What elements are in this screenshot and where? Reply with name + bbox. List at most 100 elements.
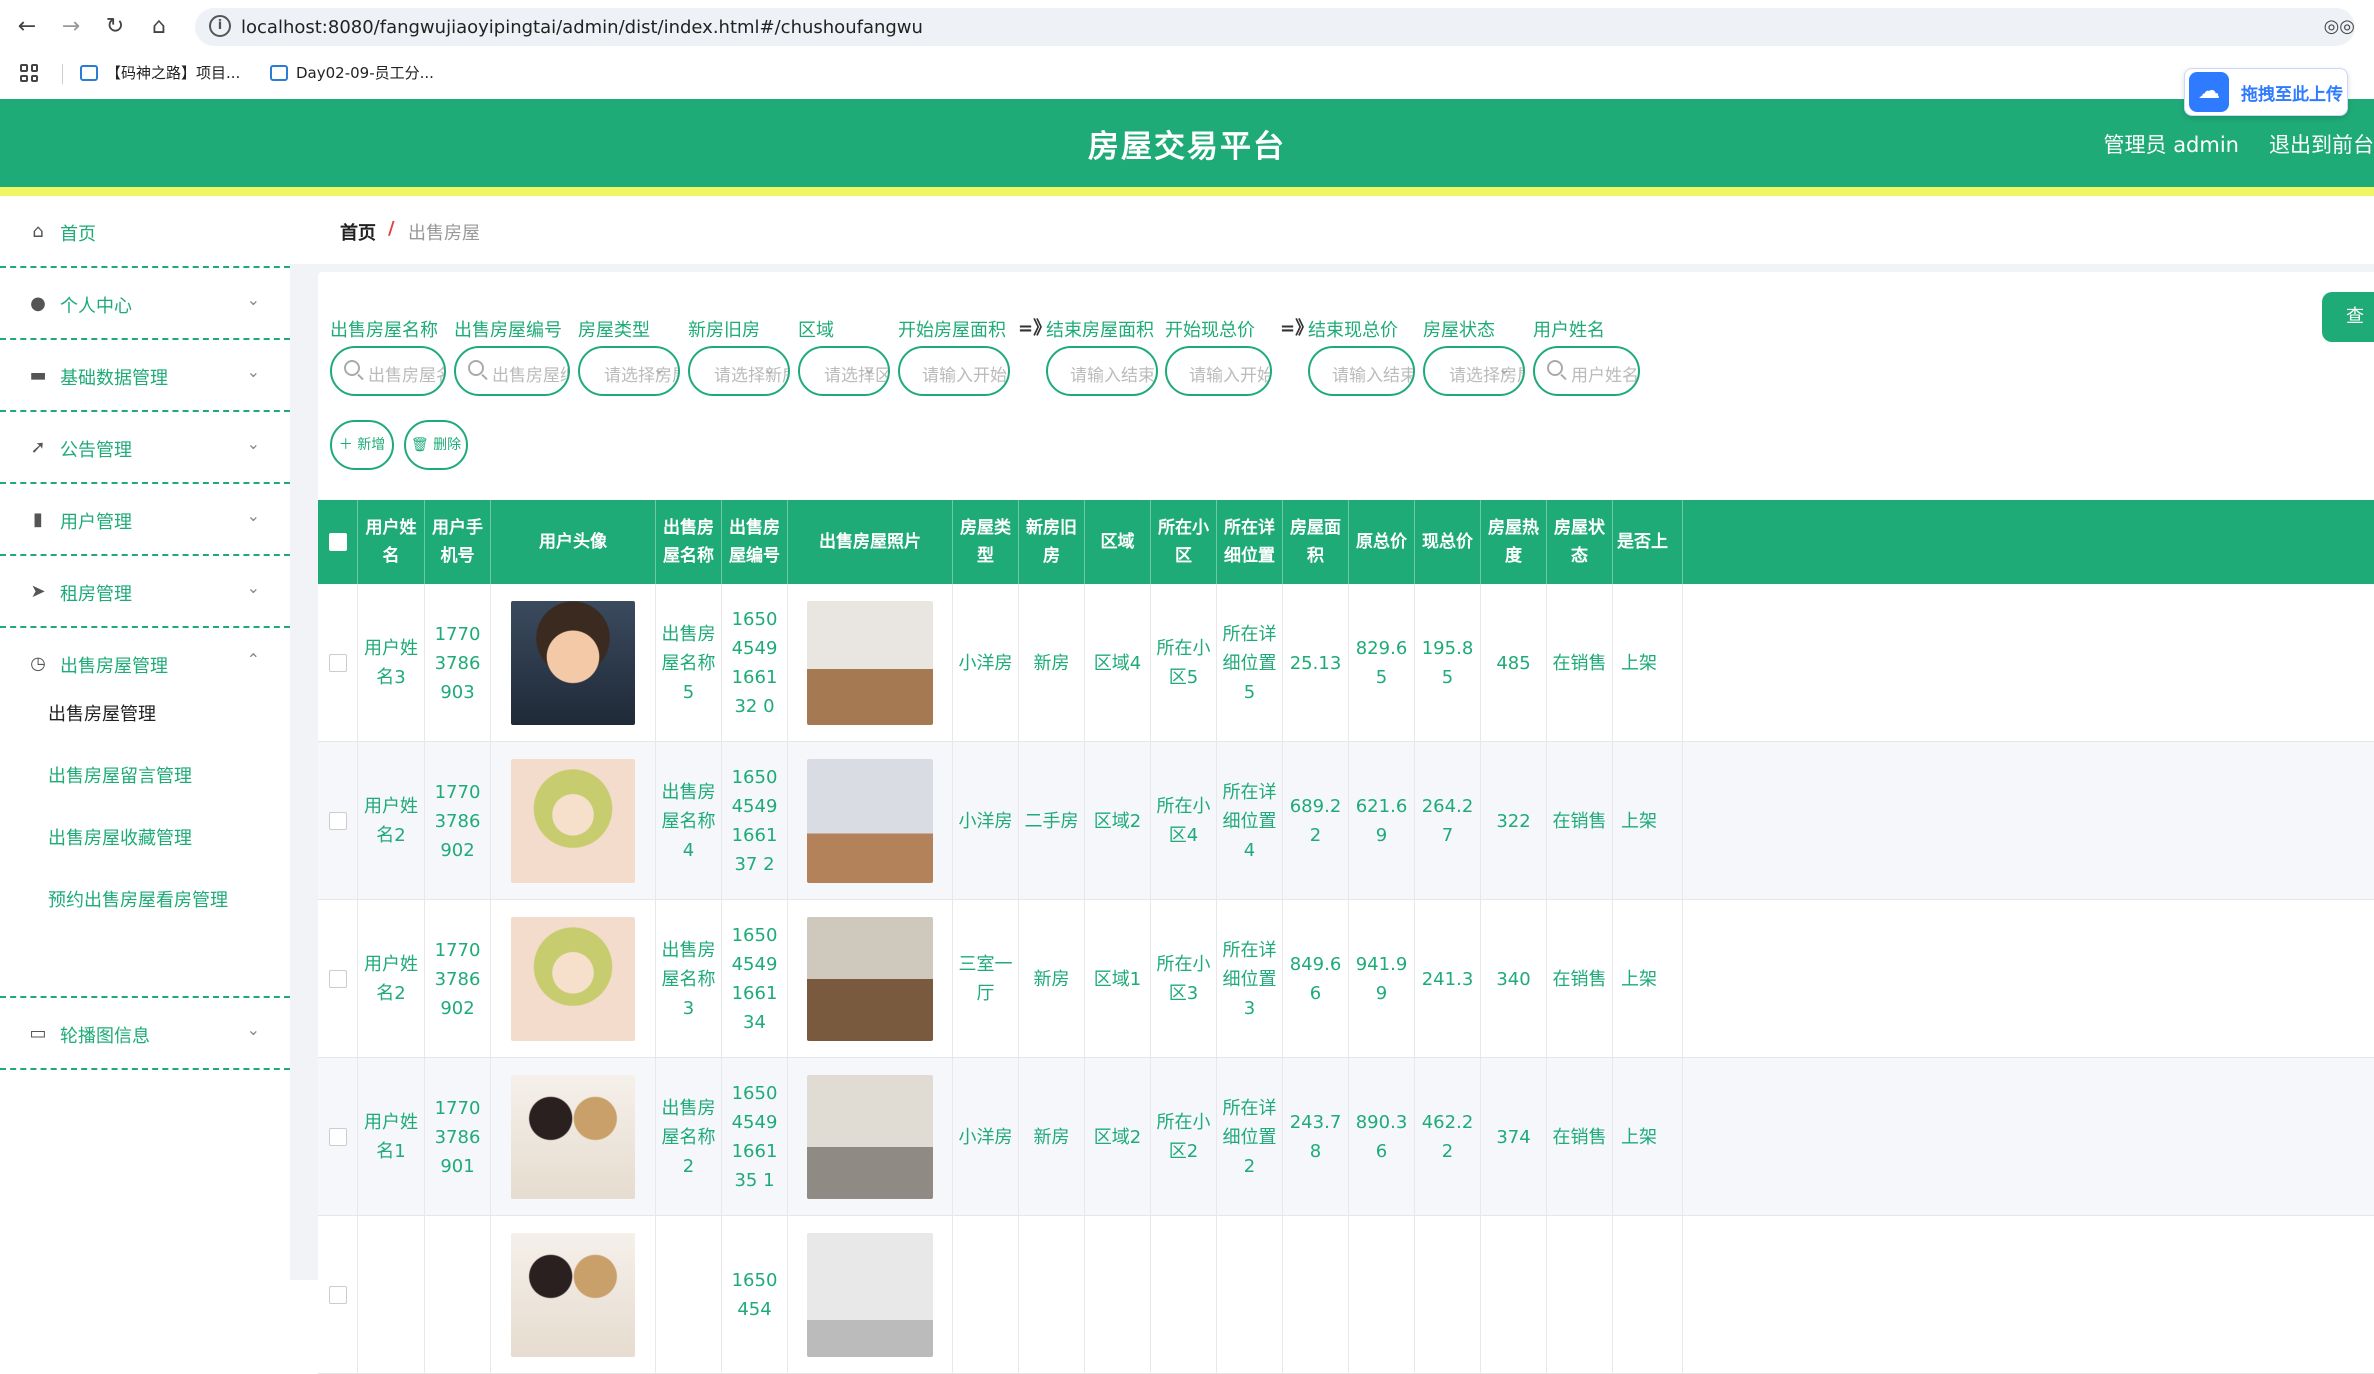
sidebar-item-notice[interactable]: ➚ 公告管理 ⌄ [0,412,290,484]
new-old-select[interactable]: 请选择新房旧房 ⌄ [688,346,790,396]
table-row[interactable]: 用户姓名2 17703786902 出售房屋名称3 16504549166134 三室一… [318,900,2374,1058]
row-select-cell[interactable] [318,1058,358,1216]
row-select-cell[interactable] [318,1216,358,1374]
home-page-icon[interactable]: ⌂ [144,12,174,42]
col-header: 区域 [1085,500,1151,584]
select-all-checkbox[interactable] [328,533,347,551]
row-checkbox[interactable] [328,1128,347,1146]
sidebar-item-sale[interactable]: ◷ 出售房屋管理 ⌃ 出售房屋管理 出售房屋留言管理 出售房屋收藏管理 预约出售… [0,628,290,998]
cell-location: 所在详细位置4 [1217,742,1283,900]
url-text[interactable]: localhost:8080/fangwujiaoyipingtai/admin… [241,17,923,38]
area-start-input[interactable]: 请输入开始房屋面积 [898,346,1010,396]
table-row[interactable]: 用户姓名3 17703786903 出售房屋名称5 16504549166132 0 小… [318,584,2374,742]
user-avatar-image[interactable] [511,917,635,1041]
price-end-input[interactable]: 请输入结束现 [1308,346,1415,396]
row-checkbox[interactable] [328,654,347,672]
forward-arrow-icon[interactable]: → [56,12,86,42]
user-avatar-image[interactable] [511,1075,635,1199]
sale-code-input[interactable]: 出售房屋编号 [454,346,570,396]
cell-type: 小洋房 [953,742,1019,900]
house-photo-cell [788,742,953,900]
bookmark-item[interactable]: 【码神之路】项目... [80,62,240,83]
sidebar-item-rent[interactable]: ➤ 租房管理 ⌄ [0,556,290,628]
sidebar-item-users[interactable]: ▮ 用户管理 ⌄ [0,484,290,556]
house-photo-image[interactable] [807,917,933,1041]
row-select-cell[interactable] [318,584,358,742]
avatar-cell [491,900,656,1058]
breadcrumb-home[interactable]: 首页 [340,219,376,245]
search-button[interactable]: 查 [2322,292,2374,342]
filter-label-price-start: 开始现总价 [1165,320,1255,341]
content-panel: 出售房屋名称 出售房屋编号 房屋类型 新房旧房 区域 开始房屋面积 =》 结束房… [318,272,2374,1374]
chevron-down-icon: ⌄ [652,359,666,378]
drag-upload-button[interactable]: ☁ 拖拽至此上传 [2184,68,2348,116]
address-bar[interactable]: i localhost:8080/fangwujiaoyipingtai/adm… [195,8,2355,46]
sidebar-item-carousel[interactable]: ▭ 轮播图信息 ⌄ [0,998,290,1070]
sidebar-subitem-sale-viewing[interactable]: 预约出售房屋看房管理 [48,886,228,912]
house-photo-image[interactable] [807,1075,933,1199]
col-header: 用户头像 [491,500,656,584]
house-photo-image[interactable] [807,759,933,883]
cell-now: 264.27 [1415,742,1481,900]
delete-button[interactable]: 🗑 删除 [404,420,468,470]
col-header: 房屋状态 [1547,500,1613,584]
cell-heat [1481,1216,1547,1374]
breadcrumb-separator: / [388,218,395,239]
sale-name-input[interactable]: 出售房屋名称 [330,346,446,396]
row-checkbox[interactable] [328,812,347,830]
breadcrumb: 首页 / 出售房屋 [290,196,2374,264]
glasses-icon[interactable]: ◎◎ [2324,16,2355,37]
filter-label-new-old: 新房旧房 [688,320,760,341]
user-avatar-image[interactable] [511,601,635,725]
select-all-cell[interactable] [318,500,358,584]
main-area: 首页 / 出售房屋 出售房屋名称 出售房屋编号 房屋类型 新房旧房 区域 开始房… [290,196,2374,1374]
house-photo-image[interactable] [807,1233,933,1357]
cell-status [1547,1216,1613,1374]
table-row[interactable]: 用户姓名1 17703786901 出售房屋名称2 16504549166135 1 小… [318,1058,2374,1216]
table-row[interactable]: 1650454 [318,1216,2374,1374]
cell-phone: 17703786903 [425,584,491,742]
sidebar-subitem-sale-favorite[interactable]: 出售房屋收藏管理 [48,824,192,850]
col-header: 所在小区 [1151,500,1217,584]
row-select-cell[interactable] [318,900,358,1058]
apps-grid-icon[interactable] [20,64,38,82]
filter-label-price-end: 结束现总价 [1308,320,1398,341]
cell-phone [425,1216,491,1374]
col-header: 用户姓名 [358,500,425,584]
back-arrow-icon[interactable]: ← [12,12,42,42]
row-select-cell[interactable] [318,742,358,900]
status-select[interactable]: 请选择房屋状态 ⌄ [1423,346,1525,396]
sidebar-item-base-data[interactable]: ▬ 基础数据管理 ⌄ [0,340,290,412]
cell-size: 243.78 [1283,1058,1349,1216]
house-type-select[interactable]: 请选择房屋类型 ⌄ [578,346,680,396]
cell-type: 小洋房 [953,1058,1019,1216]
house-photo-image[interactable] [807,601,933,725]
user-avatar-image[interactable] [511,1233,635,1357]
site-info-icon[interactable]: i [209,15,231,37]
sidebar-item-label: 公告管理 [60,440,132,461]
reload-icon[interactable]: ↻ [100,12,130,42]
row-checkbox[interactable] [328,1286,347,1304]
cell-code: 16504549166137 2 [722,742,788,900]
table-row[interactable]: 用户姓名2 17703786902 出售房屋名称4 16504549166137 2 小… [318,742,2374,900]
cell-shelf: 上架 [1613,1058,1683,1216]
region-select[interactable]: 请选择区域 ⌄ [798,346,890,396]
sidebar-item-profile[interactable]: ● 个人中心 ⌄ [0,268,290,340]
username-input[interactable]: 用户姓名 [1533,346,1640,396]
area-end-input[interactable]: 请输入结束房屋面积 [1046,346,1158,396]
user-avatar-image[interactable] [511,759,635,883]
sidebar-item-home[interactable]: ⌂ 首页 [0,196,290,268]
user-icon: ● [30,293,46,314]
row-checkbox[interactable] [328,970,347,988]
cell-shelf [1613,1216,1683,1374]
sidebar-subitem-sale-message[interactable]: 出售房屋留言管理 [48,762,192,788]
price-start-input[interactable]: 请输入开始现 [1165,346,1272,396]
cell-orig: 621.69 [1349,742,1415,900]
cell-heat: 485 [1481,584,1547,742]
sidebar-subitem-sale-manage[interactable]: 出售房屋管理 [48,700,156,726]
logout-link[interactable]: 退出到前台 [2269,129,2374,159]
avatar-cell [491,584,656,742]
bookmark-item[interactable]: Day02-09-员工分... [270,62,434,83]
browser-nav-row: ← → ↻ ⌂ i localhost:8080/fangwujiaoyipin… [0,0,2374,52]
add-button[interactable]: ＋ 新增 [330,420,394,470]
